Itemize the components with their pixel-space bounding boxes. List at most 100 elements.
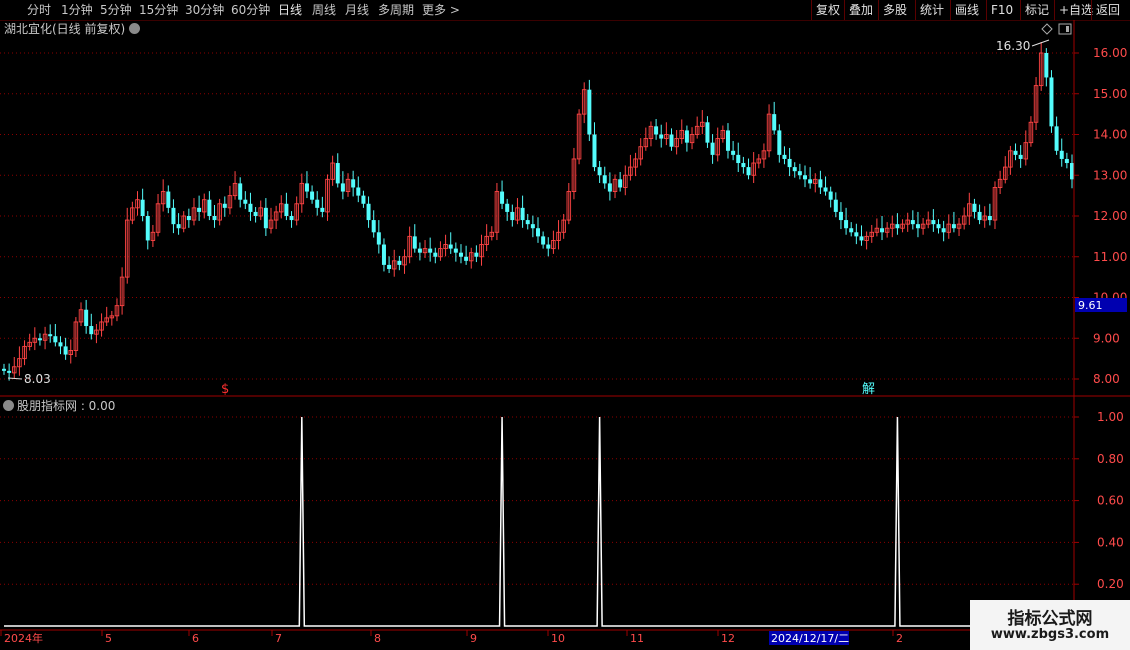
candle-body (340, 183, 345, 192)
candle-body (987, 216, 992, 221)
candle-body (972, 203, 977, 212)
candle-body (289, 216, 294, 221)
candle-body (597, 167, 602, 176)
candle-body (525, 220, 530, 225)
candle-body (458, 252, 463, 257)
candle-body (238, 183, 243, 200)
candle-body (207, 199, 212, 216)
candle-body (284, 203, 289, 216)
candle-body (787, 158, 792, 168)
candle-body (536, 228, 540, 237)
indicator-tick-label: 0.80 (1097, 452, 1124, 466)
high-arrow (1031, 39, 1050, 47)
date-tick-label: 10 (551, 632, 565, 645)
price-tick-label: 8.00 (1093, 372, 1120, 386)
candle-body (792, 167, 797, 172)
indicator-grid (0, 416, 1074, 585)
candle-body (895, 224, 900, 229)
candle-body (731, 150, 736, 155)
date-tick-label: 7 (275, 632, 282, 645)
candle-body (941, 228, 946, 233)
candle-body (659, 134, 664, 139)
price-axis: 8.009.0010.0011.0012.0013.0014.0015.0016… (0, 20, 1130, 628)
candle-body (808, 179, 813, 184)
candle-body (412, 236, 417, 249)
candle-body (428, 248, 433, 253)
indicator-tick-label: 0.20 (1097, 577, 1124, 591)
candle-body (823, 187, 828, 192)
candle-body (320, 207, 325, 212)
candle-body (510, 211, 515, 221)
candlestick-series (2, 39, 1074, 381)
candle-body (417, 248, 422, 253)
candle-body (2, 368, 6, 371)
candle-body (222, 203, 227, 208)
candle-body (910, 220, 915, 225)
candle-body (818, 179, 823, 188)
candle-body (464, 256, 469, 261)
candle-body (541, 236, 546, 245)
price-tick-label: 12.00 (1093, 209, 1127, 223)
candle-body (530, 224, 535, 229)
candle-body (351, 179, 356, 188)
price-tick-label: 11.00 (1093, 250, 1127, 264)
candle-body (854, 232, 859, 237)
candle-body (381, 244, 386, 265)
diamond-icon (1041, 23, 1053, 35)
price-tick-label: 9.00 (1093, 331, 1120, 345)
site-watermark: 指标公式网 www.zbgs3.com (970, 600, 1130, 650)
candle-body (243, 199, 248, 204)
date-tick-label: 11 (630, 632, 644, 645)
candle-body (371, 220, 376, 233)
candle-body (915, 224, 920, 229)
candle-body (387, 264, 392, 269)
candle-body (315, 199, 320, 208)
candle-body (248, 203, 253, 212)
price-tag-text: 9.61 (1078, 299, 1103, 312)
candle-body (977, 211, 982, 221)
indicator-tick-label: 0.40 (1097, 535, 1124, 549)
high-price-label: 16.30 (996, 39, 1030, 53)
candle-body (500, 191, 505, 204)
candle-body (797, 171, 802, 176)
price-tick-label: 16.00 (1093, 46, 1127, 60)
candle-body (880, 228, 885, 233)
candle-body (931, 220, 936, 225)
candle-body (782, 154, 787, 159)
candle-body (171, 207, 176, 225)
price-tick-label: 13.00 (1093, 168, 1127, 182)
candle-body (1049, 77, 1054, 127)
candle-body (592, 134, 597, 168)
date-tick-label: 8 (374, 632, 381, 645)
candle-body (803, 175, 807, 180)
candle-body (474, 252, 479, 257)
candle-body (777, 130, 782, 155)
candle-body (356, 187, 361, 196)
candle-body (212, 216, 217, 221)
indicator-title-text: 股朋指标网 : 0.00 (17, 399, 116, 413)
candle-body (725, 130, 730, 151)
indicator-title[interactable]: 股朋指标网 : 0.00 (3, 399, 115, 413)
candle-body (376, 232, 381, 245)
candle-body (1018, 154, 1023, 159)
candle-body (433, 252, 438, 257)
candle-body (335, 163, 340, 184)
candle-body (1044, 53, 1049, 78)
candle-body (859, 236, 864, 241)
window-toggle-icon (1058, 23, 1072, 35)
watermark-line1: 指标公式网 (1007, 609, 1093, 629)
candle-body (710, 142, 715, 155)
date-tick-label: 2 (896, 632, 903, 645)
candle-body (1013, 150, 1018, 155)
corner-icons[interactable] (1041, 23, 1072, 35)
chevron-down-icon[interactable] (3, 400, 14, 411)
candle-body (746, 167, 751, 176)
candle-body (140, 199, 145, 216)
candle-body (89, 326, 94, 335)
candle-body (684, 130, 689, 143)
candle-body (197, 207, 202, 212)
event-marker-left: $ (221, 382, 229, 397)
watermark-line2: www.zbgs3.com (990, 627, 1110, 642)
candle-body (145, 216, 150, 241)
candle-body (176, 224, 181, 229)
